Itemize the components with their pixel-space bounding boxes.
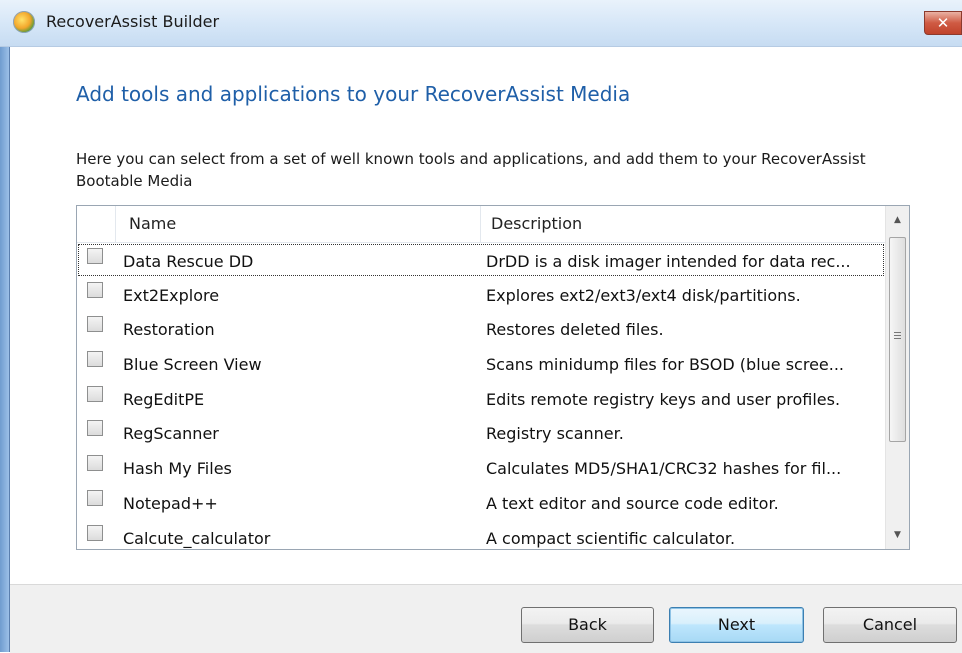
next-button[interactable]: Next [669, 607, 804, 643]
list-item[interactable]: Notepad++ A text editor and source code … [77, 485, 885, 519]
recoverassist-builder-window: RecoverAssist Builder ✕ Add tools and ap… [0, 0, 962, 653]
scroll-up-icon[interactable]: ▲ [886, 206, 909, 234]
tool-name: Restoration [123, 320, 215, 339]
row-checkbox[interactable] [87, 386, 103, 402]
vertical-scrollbar[interactable]: ▲ ▼ [885, 206, 909, 549]
list-item[interactable]: Restoration Restores deleted files. [77, 311, 885, 345]
list-header: Name Description [77, 206, 885, 243]
row-checkbox[interactable] [87, 282, 103, 298]
page-heading: Add tools and applications to your Recov… [76, 82, 631, 106]
tool-name: Data Rescue DD [123, 252, 254, 271]
list-item[interactable]: RegScanner Registry scanner. [77, 415, 885, 449]
back-button[interactable]: Back [521, 607, 654, 643]
tool-name: Ext2Explore [123, 286, 220, 305]
list-item[interactable]: RegEditPE Edits remote registry keys and… [77, 381, 885, 415]
row-checkbox[interactable] [87, 525, 103, 541]
tool-name: Notepad++ [123, 494, 218, 513]
close-button[interactable]: ✕ [924, 11, 962, 35]
tool-description: A text editor and source code editor. [486, 494, 779, 513]
tool-name: RegEditPE [123, 390, 205, 409]
tool-name: RegScanner [123, 424, 219, 443]
tool-description: A compact scientific calculator. [486, 529, 736, 548]
list-item[interactable]: Ext2Explore Explores ext2/ext3/ext4 disk… [77, 277, 885, 311]
column-separator[interactable] [480, 206, 481, 242]
list-item[interactable]: Blue Screen View Scans minidump files fo… [77, 346, 885, 380]
column-header-description[interactable]: Description [491, 214, 582, 233]
tools-list[interactable]: Name Description Data Rescue DD DrDD is … [76, 205, 910, 550]
list-item[interactable]: Calcute_calculator A compact scientific … [77, 520, 885, 549]
tool-name: Hash My Files [123, 459, 232, 478]
tool-description: Restores deleted files. [486, 320, 664, 339]
window-frame-left [0, 0, 10, 652]
row-checkbox[interactable] [87, 316, 103, 332]
tool-description: DrDD is a disk imager intended for data … [486, 252, 851, 271]
button-bar: Back Next Cancel [10, 584, 962, 653]
row-checkbox[interactable] [87, 351, 103, 367]
window-title: RecoverAssist Builder [46, 12, 220, 31]
list-item[interactable]: Data Rescue DD DrDD is a disk imager int… [77, 243, 885, 277]
tool-description: Scans minidump files for BSOD (blue scre… [486, 355, 845, 374]
scroll-down-icon[interactable]: ▼ [886, 521, 909, 549]
list-item[interactable]: Hash My Files Calculates MD5/SHA1/CRC32 … [77, 450, 885, 484]
tool-description: Registry scanner. [486, 424, 624, 443]
row-checkbox[interactable] [87, 420, 103, 436]
grip-icon [894, 332, 901, 341]
row-checkbox[interactable] [87, 455, 103, 471]
tool-description: Explores ext2/ext3/ext4 disk/partitions. [486, 286, 801, 305]
title-bar[interactable]: RecoverAssist Builder ✕ [0, 0, 962, 47]
app-icon [13, 11, 35, 33]
tool-name: Blue Screen View [123, 355, 262, 374]
page-intro: Here you can select from a set of well k… [76, 150, 866, 190]
tool-description: Calculates MD5/SHA1/CRC32 hashes for fil… [486, 459, 842, 478]
cancel-button[interactable]: Cancel [823, 607, 957, 643]
tool-description: Edits remote registry keys and user prof… [486, 390, 841, 409]
column-header-name[interactable]: Name [129, 214, 176, 233]
tool-name: Calcute_calculator [123, 529, 271, 548]
column-separator[interactable] [115, 206, 116, 242]
row-checkbox[interactable] [87, 490, 103, 506]
row-checkbox[interactable] [87, 248, 103, 264]
scrollbar-thumb[interactable] [889, 237, 906, 442]
